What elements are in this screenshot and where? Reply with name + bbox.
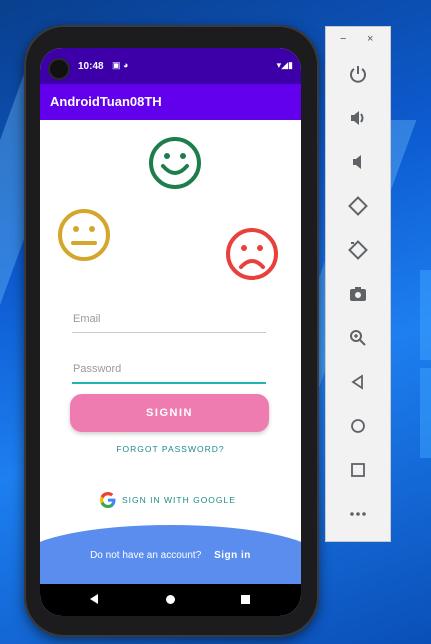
status-time: 10:48	[78, 61, 104, 72]
home-icon[interactable]	[338, 411, 378, 441]
phone-screen: 10:48 ▣ ◕ ▾◢▮ AndroidTuan08TH SIGNIN FOR…	[40, 48, 301, 616]
signin-button[interactable]: SIGNIN	[70, 394, 269, 432]
navigation-bar	[40, 584, 301, 616]
rotate-left-icon[interactable]	[338, 191, 378, 221]
camera-icon[interactable]	[338, 279, 378, 309]
email-underline	[72, 332, 266, 333]
emulator-toolbar: − ×	[325, 26, 391, 542]
emulator-window-controls: − ×	[326, 33, 390, 47]
signal-battery-icons: ▾◢▮	[276, 60, 293, 70]
notification-icons: ▣ ◕	[112, 60, 129, 70]
footer-signin-link[interactable]: Sign in	[214, 550, 251, 561]
no-account-label: Do not have an account?	[90, 550, 202, 561]
password-underline	[72, 382, 266, 384]
app-title: AndroidTuan08TH	[50, 94, 162, 109]
volume-down-icon[interactable]	[338, 147, 378, 177]
more-icon[interactable]	[338, 499, 378, 529]
status-bar: 10:48 ▣ ◕ ▾◢▮	[40, 48, 301, 84]
wallpaper-windows-tile	[420, 270, 431, 360]
zoom-icon[interactable]	[338, 323, 378, 353]
volume-up-icon[interactable]	[338, 103, 378, 133]
nav-back-icon[interactable]	[90, 594, 98, 604]
footer-text: Do not have an account? Sign in	[40, 550, 301, 561]
nav-home-icon[interactable]	[166, 595, 175, 604]
neutral-face-icon	[58, 209, 110, 261]
close-button[interactable]: ×	[367, 33, 373, 45]
power-icon[interactable]	[338, 59, 378, 89]
google-signin-label: SIGN IN WITH GOOGLE	[122, 495, 236, 505]
nav-recents-icon[interactable]	[241, 595, 250, 604]
happy-face-icon	[149, 137, 201, 189]
password-field[interactable]	[72, 357, 268, 381]
rotate-right-icon[interactable]	[338, 235, 378, 265]
email-field[interactable]	[72, 307, 268, 331]
minimize-button[interactable]: −	[340, 33, 346, 45]
front-camera	[50, 60, 68, 78]
google-signin-button[interactable]: SIGN IN WITH GOOGLE	[100, 491, 260, 509]
wallpaper-windows-tile	[420, 368, 431, 458]
sad-face-icon	[226, 228, 278, 280]
forgot-password-link[interactable]: FORGOT PASSWORD?	[40, 444, 301, 454]
google-icon	[100, 492, 116, 508]
overview-icon[interactable]	[338, 455, 378, 485]
app-bar: AndroidTuan08TH	[40, 84, 301, 120]
back-icon[interactable]	[338, 367, 378, 397]
